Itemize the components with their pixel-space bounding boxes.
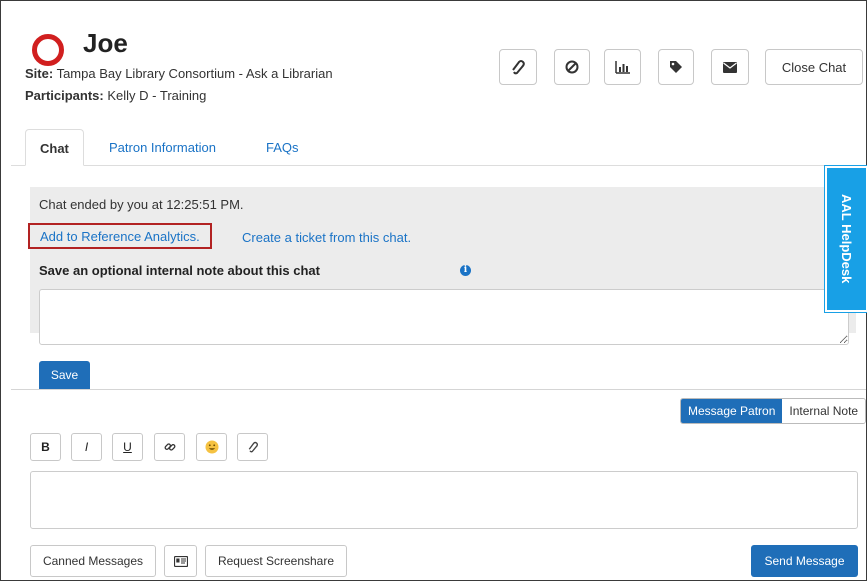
- ban-icon: [565, 60, 579, 74]
- message-mode-toggle: Message Patron Internal Note: [680, 398, 867, 424]
- attach-file-button[interactable]: [499, 49, 537, 85]
- participants-label: Participants:: [25, 88, 104, 103]
- stats-button[interactable]: [604, 49, 641, 85]
- status-ring-icon: [32, 34, 64, 66]
- tab-chat[interactable]: Chat: [25, 129, 84, 166]
- block-patron-button[interactable]: [554, 49, 590, 85]
- chat-window: Joe Site: Tampa Bay Library Consortium -…: [0, 0, 867, 581]
- bold-button[interactable]: B: [30, 433, 61, 461]
- save-note-button[interactable]: Save: [39, 361, 90, 389]
- contact-card-button[interactable]: [164, 545, 197, 577]
- message-compose-input[interactable]: [30, 471, 858, 529]
- underline-button[interactable]: U: [112, 433, 143, 461]
- envelope-icon: [723, 61, 737, 73]
- tab-patron-information[interactable]: Patron Information: [95, 129, 230, 166]
- tag-icon: [670, 61, 682, 73]
- aal-helpdesk-tab[interactable]: AAL HelpDesk: [824, 165, 867, 313]
- site-label: Site:: [25, 66, 54, 81]
- internal-note-input[interactable]: [39, 289, 849, 345]
- internal-note-label: Save an optional internal note about thi…: [39, 263, 320, 278]
- participants-value: Kelly D - Training: [107, 88, 207, 103]
- request-screenshare-button[interactable]: Request Screenshare: [205, 545, 347, 577]
- emoji-icon: [205, 440, 218, 454]
- link-icon: [164, 443, 175, 451]
- paperclip-icon: [512, 60, 525, 75]
- helpdesk-label: AAL HelpDesk: [839, 194, 854, 284]
- emoji-button[interactable]: [196, 433, 227, 461]
- tab-faqs[interactable]: FAQs: [252, 129, 313, 166]
- bar-chart-icon: [614, 61, 630, 74]
- site-line: Site: Tampa Bay Library Consortium - Ask…: [25, 66, 333, 82]
- site-value: Tampa Bay Library Consortium - Ask a Lib…: [56, 66, 333, 81]
- link-button[interactable]: [154, 433, 185, 461]
- message-patron-button[interactable]: Message Patron: [681, 399, 783, 423]
- close-chat-button[interactable]: Close Chat: [765, 49, 863, 85]
- send-message-button[interactable]: Send Message: [751, 545, 858, 577]
- tag-button[interactable]: [658, 49, 694, 85]
- canned-messages-button[interactable]: Canned Messages: [30, 545, 156, 577]
- panel-divider: [11, 389, 866, 390]
- chat-ended-message: Chat ended by you at 12:25:51 PM.: [39, 197, 244, 212]
- add-reference-analytics-link[interactable]: Add to Reference Analytics.: [28, 223, 212, 249]
- italic-button[interactable]: I: [71, 433, 102, 461]
- internal-note-button[interactable]: Internal Note: [782, 399, 866, 423]
- participants-line: Participants: Kelly D - Training: [25, 88, 206, 104]
- paperclip-icon: [248, 441, 258, 453]
- id-card-icon: [173, 555, 188, 567]
- create-ticket-link[interactable]: Create a ticket from this chat.: [242, 230, 411, 245]
- info-icon[interactable]: i: [460, 265, 471, 276]
- attach-button[interactable]: [237, 433, 268, 461]
- email-transcript-button[interactable]: [711, 49, 749, 85]
- patron-name: Joe: [83, 28, 128, 58]
